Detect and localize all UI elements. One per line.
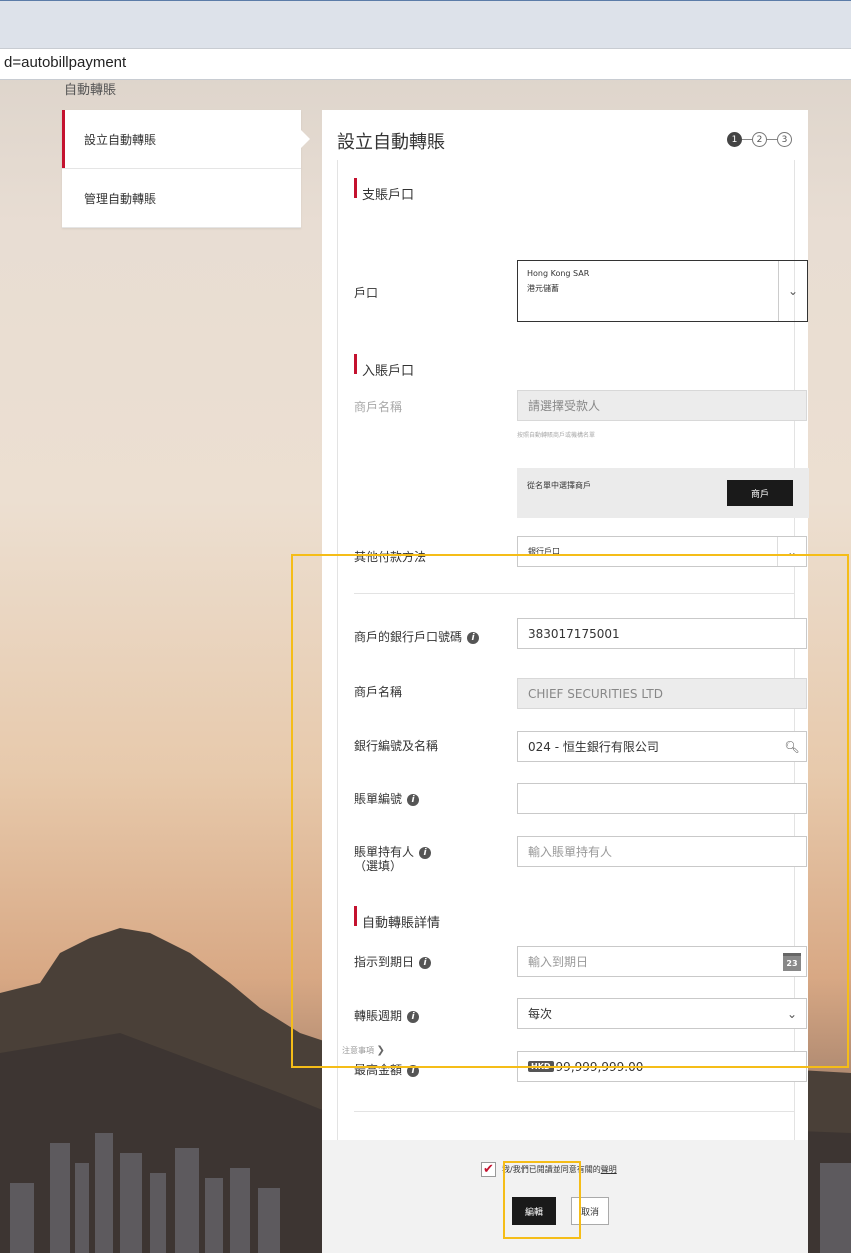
merchant-picker-text: 從名單中選擇商戶 [527, 481, 591, 490]
section-debit-heading: 支賬戶口 [354, 178, 414, 203]
agreement: ✔ 我/我們已閱讀並同意有關的 聲明 [481, 1162, 617, 1177]
max-amount-input[interactable]: HKD 99,999,999.00 [517, 1051, 807, 1082]
max-amount-label: 最高金額 i [354, 1063, 420, 1077]
info-icon[interactable]: i [467, 631, 480, 644]
frequency-label: 轉賬週期 i [354, 1009, 420, 1023]
page-title: 設立自動轉賬 [337, 132, 445, 153]
bill-no-input[interactable] [517, 783, 807, 814]
bill-holder-input[interactable]: 輸入賬單持有人 [517, 836, 807, 867]
account-type: 港元儲蓄 [527, 284, 559, 293]
calendar-icon[interactable]: 23 [778, 947, 806, 976]
section-credit-heading: 入賬戶口 [354, 354, 414, 379]
main-panel: 設立自動轉賬 1 2 3 支賬戶口 戶口 Hong Kong SAR 港元儲蓄 … [322, 110, 809, 1253]
debit-account-select[interactable]: Hong Kong SAR 港元儲蓄 ⌄ [517, 260, 808, 322]
currency-badge: HKD [528, 1061, 554, 1072]
merchant-name-field: CHIEF SECURITIES LTD [517, 678, 807, 709]
search-icon[interactable]: 🔍︎ [778, 732, 806, 761]
browser-tab-bar [0, 0, 851, 49]
expiry-date-input[interactable]: 輸入到期日 23 [517, 946, 807, 977]
agree-checkbox[interactable]: ✔ [481, 1162, 496, 1177]
section-details-heading: 自動轉賬詳情 [354, 906, 440, 931]
optional-tag: （選填） [354, 859, 403, 873]
bill-no-label: 賬單編號 i [354, 792, 420, 806]
form-footer: ✔ 我/我們已閱讀並同意有關的 聲明 編輯 取消 [322, 1140, 808, 1253]
merchant-hint: 按照自動轉賬商戶或機構名單 [517, 432, 596, 439]
step-connector [767, 139, 777, 140]
cancel-button[interactable]: 取消 [571, 1197, 609, 1225]
other-method-label: 其他付款方法 [354, 550, 427, 564]
chevron-down-icon[interactable]: ⌄ [778, 999, 806, 1028]
merchant-name-label-disabled: 商戶名稱 [354, 400, 403, 414]
bank-code-label: 銀行編號及名稱 [354, 739, 439, 753]
form-area: 支賬戶口 戶口 Hong Kong SAR 港元儲蓄 ⌄ 入賬戶口 商戶名稱 請… [337, 160, 809, 1190]
info-icon[interactable]: i [407, 1010, 420, 1023]
info-icon[interactable]: i [419, 956, 432, 969]
divider [354, 593, 794, 594]
chevron-down-icon[interactable]: ⌄ [778, 261, 807, 321]
merchant-picker: 從名單中選擇商戶 商戶 [517, 468, 809, 518]
frequency-select[interactable]: 每次 ⌄ [517, 998, 807, 1029]
agree-text: 我/我們已閱讀並同意有關的 [502, 1165, 601, 1174]
account-region: Hong Kong SAR [527, 269, 590, 278]
expiry-label: 指示到期日 i [354, 955, 432, 969]
payee-placeholder: 請選擇受款人 [528, 399, 601, 413]
step-indicator: 1 2 3 [727, 132, 792, 147]
divider [354, 1111, 794, 1112]
declaration-link[interactable]: 聲明 [601, 1164, 617, 1175]
sidebar-nav: 設立自動轉賬 管理自動轉賬 [62, 110, 310, 228]
chevron-down-icon[interactable]: ⌄ [777, 537, 806, 566]
sidebar-item-setup[interactable]: 設立自動轉賬 [62, 110, 310, 169]
chevron-right-icon: ❯ [376, 1045, 385, 1056]
account-label: 戶口 [354, 286, 379, 300]
other-method-select[interactable]: 銀行戶口 ⌄ [517, 536, 807, 567]
info-icon[interactable]: i [407, 793, 420, 806]
info-icon[interactable]: i [407, 1064, 420, 1077]
bank-code-input[interactable]: 024 - 恒生銀行有限公司 🔍︎ [517, 731, 807, 762]
url-text: d=autobillpayment [4, 54, 127, 71]
step-1: 1 [727, 132, 742, 147]
sidebar-item-manage[interactable]: 管理自動轉賬 [62, 169, 301, 228]
address-bar[interactable]: d=autobillpayment [0, 48, 851, 80]
bank-account-no-label: 商戶的銀行戶口號碼 i [354, 630, 494, 644]
info-icon[interactable]: i [419, 846, 432, 859]
merchant-button[interactable]: 商戶 [727, 480, 793, 506]
bill-holder-label: 賬單持有人 i （選填） [354, 845, 494, 873]
merchant-name-label: 商戶名稱 [354, 685, 403, 699]
step-2: 2 [752, 132, 767, 147]
sidebar-item-label: 管理自動轉賬 [84, 191, 157, 206]
sidebar-item-label: 設立自動轉賬 [84, 132, 157, 147]
page-heading: 自動轉賬 [64, 83, 117, 98]
edit-button[interactable]: 編輯 [512, 1197, 556, 1225]
other-method-value: 銀行戶口 [528, 547, 560, 556]
bank-account-no-input[interactable]: 383017175001 [517, 618, 807, 649]
notes-link[interactable]: 注意事項 ❯ [342, 1045, 385, 1056]
step-connector [742, 139, 752, 140]
step-3: 3 [777, 132, 792, 147]
payee-field: 請選擇受款人 [517, 390, 807, 421]
